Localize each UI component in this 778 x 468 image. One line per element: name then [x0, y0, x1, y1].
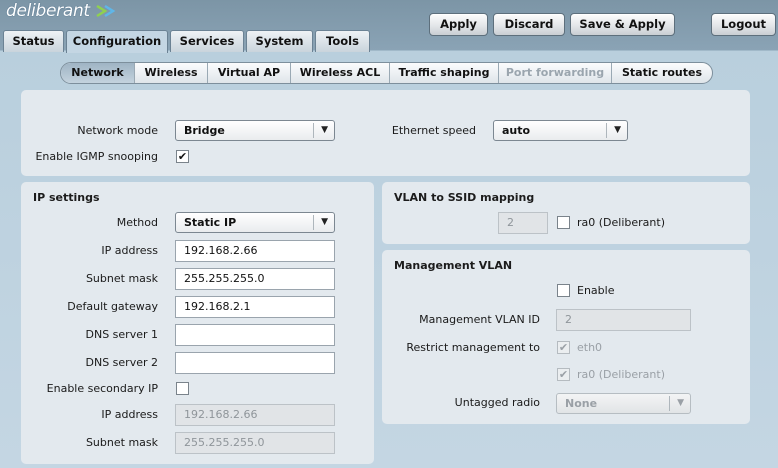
default-gateway-input[interactable]: 192.168.2.1 [175, 296, 335, 318]
network-mode-select[interactable]: Bridge ▼ [175, 120, 335, 141]
logo-chevron-icon [96, 4, 116, 18]
tab-system[interactable]: System [246, 30, 313, 52]
method-label: Method [116, 216, 158, 229]
untagged-radio-value: None [565, 397, 598, 410]
untagged-radio-select: None ▼ [556, 393, 691, 414]
management-vlan-enable-label: Enable [577, 284, 615, 297]
chevron-down-icon: ▼ [321, 217, 328, 227]
ethernet-speed-label: Ethernet speed [391, 124, 476, 137]
network-mode-value: Bridge [184, 124, 225, 137]
management-vlan-id-label: Management VLAN ID [419, 313, 540, 326]
secondary-subnet-mask-label: Subnet mask [85, 436, 158, 449]
restrict-eth0-checkbox: ✔ [557, 341, 570, 354]
secondary-subnet-mask-input: 255.255.255.0 [175, 432, 335, 454]
subtab-network[interactable]: Network [61, 63, 135, 83]
restrict-eth0-label: eth0 [577, 341, 603, 354]
chevron-down-icon: ▼ [614, 125, 621, 135]
secondary-ip-address-label: IP address [101, 408, 158, 421]
ip-settings-title: IP settings [33, 191, 100, 204]
save-apply-button[interactable]: Save & Apply [570, 13, 675, 36]
subtab-virtual-ap[interactable]: Virtual AP [208, 63, 291, 83]
secondary-ip-address-input: 192.168.2.66 [175, 404, 335, 426]
ra0-ssid-label: ra0 (Deliberant) [577, 216, 665, 229]
vlan-ssid-vlan-input: 2 [498, 212, 548, 234]
method-select[interactable]: Static IP ▼ [175, 212, 335, 233]
dns-server-2-label: DNS server 2 [85, 356, 159, 369]
restrict-ra0-label: ra0 (Deliberant) [577, 368, 665, 381]
chevron-down-icon: ▼ [321, 125, 328, 135]
tab-services[interactable]: Services [170, 30, 244, 52]
checkmark-icon: ✔ [177, 150, 188, 163]
ethernet-speed-value: auto [502, 124, 531, 137]
apply-button[interactable]: Apply [429, 13, 488, 36]
default-gateway-label: Default gateway [67, 300, 158, 313]
management-vlan-enable-checkbox[interactable] [557, 284, 570, 297]
secondary-ip-checkbox[interactable] [176, 382, 189, 395]
deliberant-logo: deliberant [6, 1, 90, 21]
igmp-snooping-checkbox[interactable]: ✔ [176, 150, 189, 163]
tab-configuration[interactable]: Configuration [66, 30, 168, 53]
secondary-ip-label: Enable secondary IP [46, 382, 158, 395]
chevron-down-icon: ▼ [677, 398, 684, 408]
ra0-ssid-checkbox[interactable] [557, 216, 570, 229]
dns-server-1-input[interactable] [175, 324, 335, 346]
tab-status[interactable]: Status [3, 30, 64, 52]
restrict-management-label: Restrict management to [406, 341, 540, 354]
ip-address-input[interactable]: 192.168.2.66 [175, 240, 335, 262]
checkmark-icon: ✔ [558, 368, 569, 381]
igmp-snooping-label: Enable IGMP snooping [35, 150, 158, 163]
method-value: Static IP [184, 216, 237, 229]
subtab-port-forwarding: Port forwarding [499, 63, 612, 83]
dns-server-1-label: DNS server 1 [85, 328, 159, 341]
management-vlan-title: Management VLAN [394, 259, 513, 272]
logout-button[interactable]: Logout [711, 13, 776, 36]
subtab-wireless[interactable]: Wireless [135, 63, 208, 83]
ip-address-label: IP address [101, 244, 158, 257]
subnet-mask-label: Subnet mask [85, 272, 158, 285]
subtab-static-routes[interactable]: Static routes [612, 63, 712, 83]
untagged-radio-label: Untagged radio [454, 396, 540, 409]
checkmark-icon: ✔ [558, 341, 569, 354]
subtab-traffic-shaping[interactable]: Traffic shaping [390, 63, 499, 83]
management-vlan-id-input: 2 [556, 309, 691, 331]
network-mode-label: Network mode [77, 124, 158, 137]
network-subtabs: Network Wireless Virtual AP Wireless ACL… [60, 62, 713, 84]
discard-button[interactable]: Discard [493, 13, 565, 36]
tab-tools[interactable]: Tools [315, 30, 370, 52]
restrict-ra0-checkbox: ✔ [557, 368, 570, 381]
dns-server-2-input[interactable] [175, 352, 335, 374]
vlan-ssid-title: VLAN to SSID mapping [394, 191, 535, 204]
subnet-mask-input[interactable]: 255.255.255.0 [175, 268, 335, 290]
subtab-wireless-acl[interactable]: Wireless ACL [291, 63, 390, 83]
ethernet-speed-select[interactable]: auto ▼ [493, 120, 628, 141]
